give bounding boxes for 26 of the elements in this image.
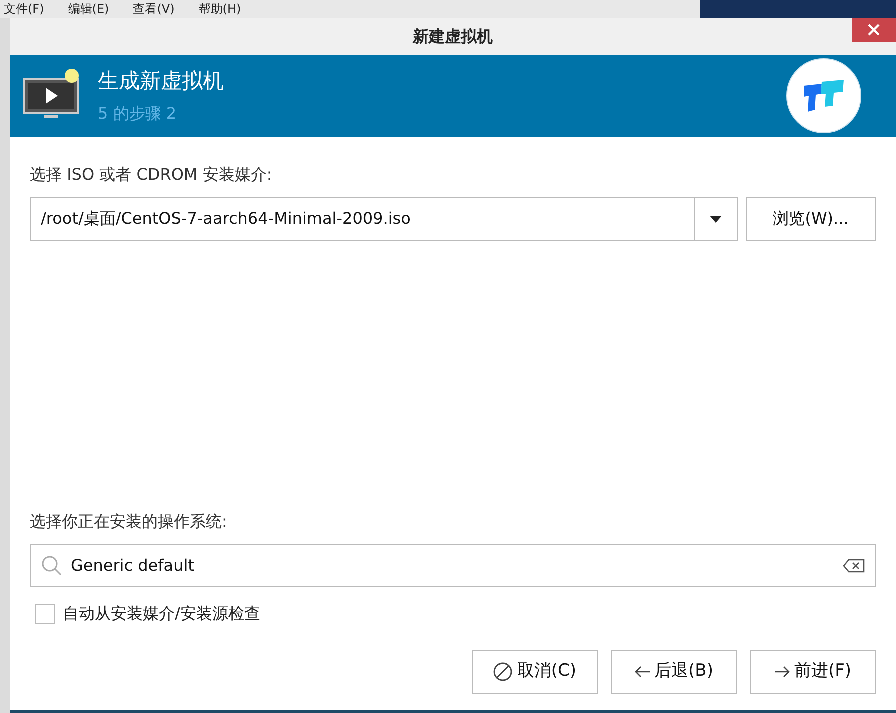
field-label: 选择你正在安装的操作系统: xyxy=(30,511,228,533)
back-arrow-icon xyxy=(634,666,651,678)
browse-button[interactable]: 浏览(W)... xyxy=(746,197,876,241)
header-title: 生成新虚拟机 xyxy=(98,68,224,96)
field-label: 选择 ISO 或者 CDROM 安装媒介: xyxy=(30,164,274,186)
forward-button[interactable]: 前进(F) xyxy=(750,650,876,694)
menu-item[interactable]: 帮助(H) xyxy=(198,0,242,18)
close-button[interactable] xyxy=(852,18,896,42)
step-indicator: 5 的步骤 2 xyxy=(98,102,178,125)
checkbox-label: 自动从安装媒介/安装源检查 xyxy=(63,603,260,625)
caret-icon xyxy=(710,216,722,222)
iso-path-combobox[interactable]: /root/桌面/CentOS-7-aarch64-Minimal-2009.iso xyxy=(30,197,738,241)
search-icon xyxy=(41,554,63,576)
cancel-button[interactable]: 取消(C) xyxy=(472,650,598,694)
forward-arrow-icon xyxy=(774,666,790,678)
app-logo-icon xyxy=(786,58,862,134)
close-icon xyxy=(868,24,880,36)
clear-icon[interactable] xyxy=(843,558,865,572)
os-search-field[interactable]: Generic default xyxy=(30,544,876,587)
menu-item[interactable]: 查看(V) xyxy=(133,0,175,18)
menu-item[interactable]: 文件(F) xyxy=(4,0,44,18)
window-title: 新建虚拟机 xyxy=(413,26,493,48)
cancel-icon xyxy=(493,662,514,682)
checkbox[interactable] xyxy=(35,604,55,624)
back-button[interactable]: 后退(B) xyxy=(611,650,737,694)
menu-item[interactable]: 编辑(E) xyxy=(68,0,110,18)
